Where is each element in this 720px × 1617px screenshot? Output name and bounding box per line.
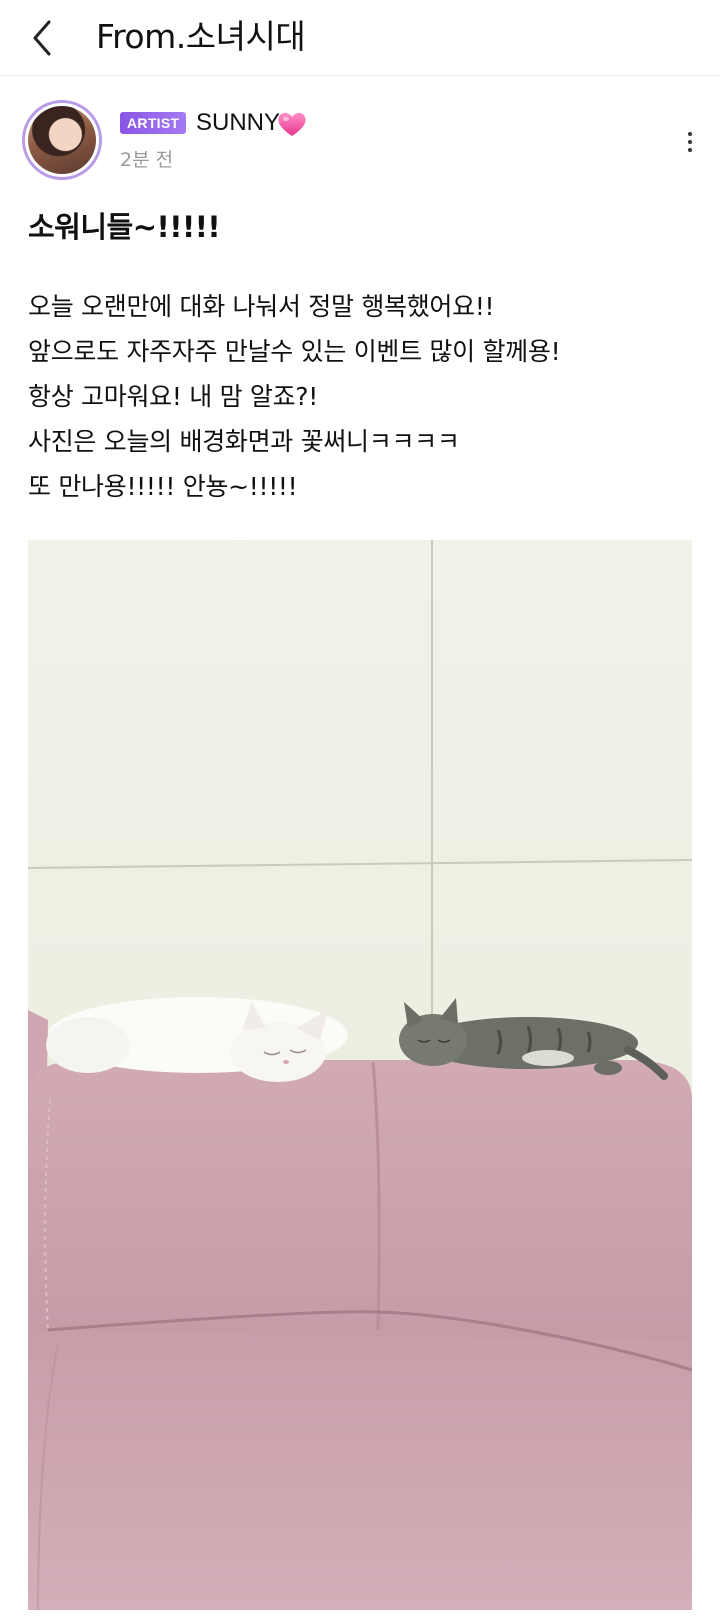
top-app-bar: From.소녀시대 bbox=[0, 0, 720, 76]
cats-on-sofa-image bbox=[28, 540, 692, 1610]
body-line: 또 만나용!!!!! 안뇽~!!!!! bbox=[28, 472, 298, 501]
body-line: 항상 고마워요! 내 맘 알죠?! bbox=[28, 382, 319, 411]
white-cat bbox=[46, 997, 348, 1082]
post-title: 소워니들~!!!!! bbox=[28, 210, 221, 244]
body-line: 앞으로도 자주자주 만날수 있는 이벤트 많이 할께용! bbox=[28, 337, 561, 366]
chevron-left-icon bbox=[33, 20, 51, 56]
page-title: From.소녀시대 bbox=[96, 17, 306, 56]
profile-photo bbox=[28, 106, 96, 174]
vertical-dots-icon bbox=[688, 132, 692, 136]
post-photo[interactable] bbox=[28, 540, 692, 1610]
post-body: 오늘 오랜만에 대화 나눠서 정말 행복했어요!! 앞으로도 자주자주 만날수 … bbox=[28, 284, 692, 509]
post-timestamp: 2분 전 bbox=[120, 149, 174, 171]
more-options-button[interactable] bbox=[672, 124, 708, 160]
pink-heart-icon bbox=[278, 112, 306, 136]
body-line: 오늘 오랜만에 대화 나눠서 정말 행복했어요!! bbox=[28, 292, 495, 321]
body-line: 사진은 오늘의 배경화면과 꽃써니ㅋㅋㅋㅋ bbox=[28, 427, 460, 456]
back-button[interactable] bbox=[22, 16, 62, 60]
post-header: ARTIST SUNNY 2분 전 bbox=[0, 76, 720, 196]
artist-badge: ARTIST bbox=[120, 112, 187, 134]
avatar[interactable] bbox=[22, 100, 102, 180]
author-name[interactable]: SUNNY bbox=[196, 106, 280, 140]
